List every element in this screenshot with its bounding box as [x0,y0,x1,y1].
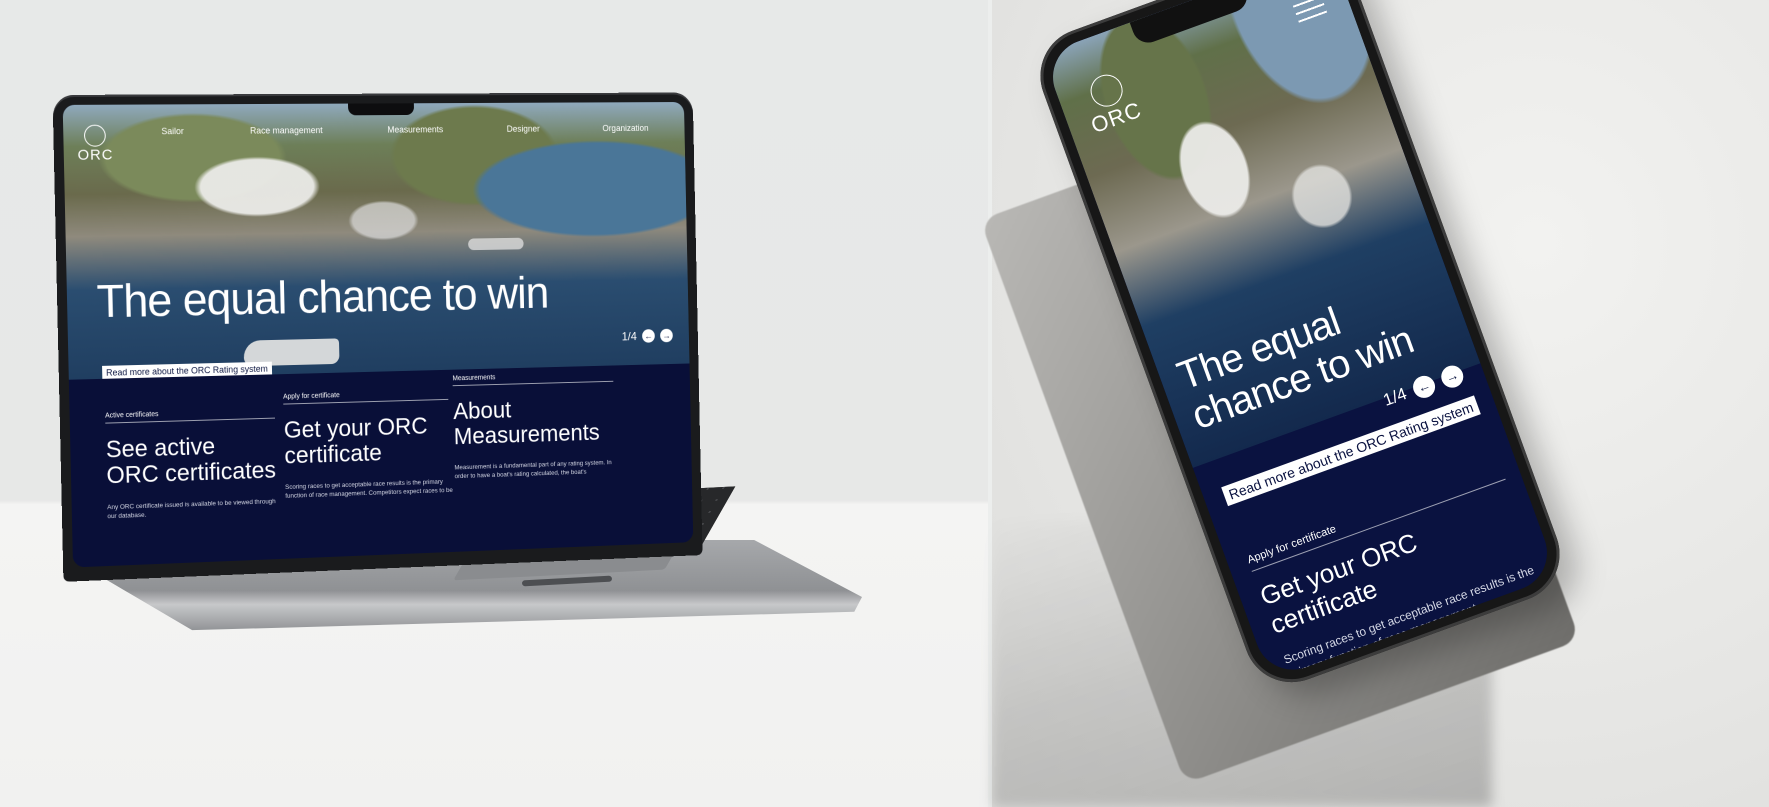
card-body: Any ORC certificate issued is available … [107,498,276,521]
laptop-camera-notch [347,103,415,116]
laptop-screen: ORC Sailor Race management Measurements … [62,102,694,568]
card-active-certificates[interactable]: Active certificates See active ORC certi… [105,407,282,522]
card-label: Active certificates [105,407,275,424]
pager-count: 1/4 [621,329,637,344]
hero-yacht [468,237,524,251]
orc-sail-logo-icon [84,124,107,147]
nav-item-organization[interactable]: Organization [602,123,648,133]
card-heading-line: ORC certificates [106,456,277,490]
hero-pager: 1/4 ← → [621,328,673,344]
card-heading: About Measurements [453,395,619,450]
card-heading: See active ORC certificates [106,432,282,489]
card-apply-certificate[interactable]: Apply for certificate Get your ORC certi… [283,389,455,501]
arrow-right-icon[interactable]: → [660,328,673,343]
nav-item-designer[interactable]: Designer [507,124,540,134]
nav-item-sailor[interactable]: Sailor [161,126,184,136]
hero-image [62,102,690,405]
logo-text: ORC [77,146,114,164]
card-body: Scoring races to get acceptable race res… [285,478,453,500]
hero-title: The equal chance to win [96,267,549,328]
orc-logo[interactable]: ORC [77,124,114,165]
nav-item-measurements[interactable]: Measurements [387,124,443,134]
laptop-lid: ORC Sailor Race management Measurements … [52,92,703,582]
card-heading-line: Measurements [453,419,600,451]
nav-item-race-management[interactable]: Race management [250,125,323,135]
card-label: Measurements [452,371,614,387]
card-label: Apply for certificate [283,389,449,405]
card-heading-line: certificate [284,439,383,470]
arrow-left-icon[interactable]: ← [642,329,655,343]
feature-cards: Active certificates See active ORC certi… [68,363,694,568]
card-measurements[interactable]: Measurements About Measurements Measurem… [452,371,619,481]
card-body: Measurement is a fundamental part of any… [454,459,612,481]
card-heading: Get your ORC certificate [284,413,455,469]
